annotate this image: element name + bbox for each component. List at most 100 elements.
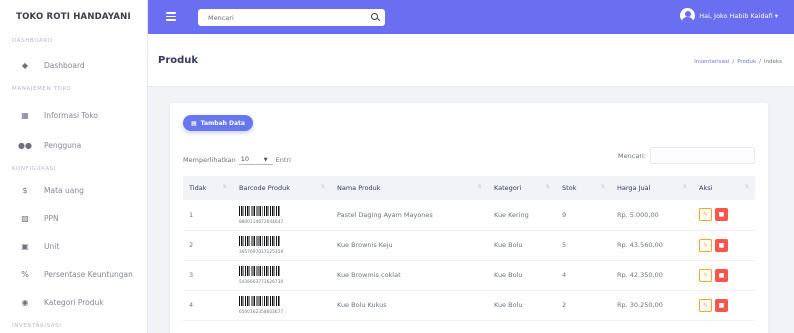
col-header-aksi[interactable]: Aksi ⇅ — [693, 176, 755, 200]
sort-icon: ⇅ — [477, 184, 482, 190]
edit-icon[interactable]: ✎ — [699, 208, 712, 222]
cell-no: 4 — [183, 290, 233, 321]
sidebar-item-label: Kategori Produk — [44, 297, 104, 307]
sidebar-item-unit[interactable]: ▣ Unit — [0, 232, 147, 260]
length-prefix: Memperlihatkan — [183, 155, 236, 164]
sidebar-item-label: Dashboard — [44, 60, 85, 70]
breadcrumb-produk[interactable]: Produk — [737, 59, 756, 65]
sidebar-item-label: Mata uang — [44, 185, 84, 195]
table-row: 3 5436663773626730 Kue Browmis coklat Ku… — [183, 260, 755, 291]
search-bar — [198, 9, 385, 26]
col-header-nama-produk[interactable]: Nama Produk ⇅ — [331, 176, 488, 200]
sort-icon: ⇅ — [320, 184, 325, 190]
cell-actions: ✎ ■ — [693, 200, 755, 231]
barcode-image — [239, 266, 280, 276]
sidebar-item-pengguna[interactable]: ●● Pengguna — [0, 131, 147, 159]
table-row: 1 8800114672644647 Pastel Daging Ayam Ma… — [183, 200, 755, 231]
breadcrumb: Inventarisasi / Produk / Indeks — [694, 59, 782, 65]
barcode-number: 5436663773626730 — [239, 279, 284, 284]
cell-no: 3 — [183, 260, 233, 291]
cell-stock: 9 — [556, 200, 611, 231]
sidebar-item-label: Informasi Toko — [44, 110, 98, 120]
col-header-stok[interactable]: Stok ⇅ — [556, 176, 611, 200]
edit-icon[interactable]: ✎ — [699, 238, 712, 252]
fire-icon: ◆ — [21, 60, 29, 70]
barcode-image — [239, 296, 280, 306]
page-header: Produk Inventarisasi / Produk / Indeks — [148, 34, 794, 87]
cell-category: Kue Bolu — [488, 260, 556, 291]
sidebar-item-mata-uang[interactable]: $ Mata uang — [0, 176, 147, 204]
cell-stock: 4 — [556, 260, 611, 291]
user-menu[interactable]: Hai, Joko Habib Kaidafi ▾ — [680, 8, 778, 23]
sidebar-heading-konfigurasi: KONFIGURASI — [12, 166, 56, 172]
box-icon: ▣ — [21, 241, 29, 251]
entries-length-control: Memperlihatkan 10 ▼ Entri — [183, 154, 291, 165]
cell-price: Rp. 5.000,00 — [611, 200, 693, 231]
page-title: Produk — [158, 55, 199, 66]
trash-icon[interactable]: ■ — [715, 298, 728, 312]
cell-barcode: 8800114672644647 — [233, 200, 331, 231]
cell-actions: ✎ ■ — [693, 290, 755, 321]
table-row: 2 3657697017125359 Kue Brownis Keju Kue … — [183, 230, 755, 261]
sort-icon: ⇅ — [600, 184, 605, 190]
cell-barcode: 3657697017125359 — [233, 230, 331, 261]
cell-price: Rp. 30.250,00 — [611, 290, 693, 321]
sidebar-item-ppn[interactable]: ▧ PPN — [0, 204, 147, 232]
sidebar-item-label: Unit — [44, 241, 60, 251]
users-icon: ●● — [18, 140, 32, 150]
trash-icon[interactable]: ■ — [715, 208, 728, 222]
cell-category: Kue Kering — [488, 200, 556, 231]
sidebar-item-label: Pengguna — [44, 140, 82, 150]
cell-actions: ✎ ■ — [693, 230, 755, 261]
store-icon: ▦ — [21, 110, 29, 120]
table-search-input[interactable] — [650, 147, 755, 164]
product-card: ▦ Tambah Data Memperlihatkan 10 ▼ Entri … — [170, 103, 768, 333]
cell-name: Kue Browmis coklat — [331, 260, 488, 291]
search-input[interactable] — [208, 13, 358, 22]
col-header-barcode[interactable]: Barcode Produk ⇅ — [233, 176, 331, 200]
sort-icon: ⇅ — [222, 184, 227, 190]
sidebar-item-informasi-toko[interactable]: ▦ Informasi Toko — [0, 101, 147, 129]
cell-category: Kue Bolu — [488, 230, 556, 261]
barcode-number: 6500162358603677 — [239, 309, 284, 314]
table-search-filter: Mencari: — [618, 147, 755, 164]
chevron-down-icon: ▼ — [263, 156, 268, 163]
sidebar-heading-dashboard: DASHBOARD — [12, 38, 53, 44]
col-header-harga-jual[interactable]: Harga Jual ⇅ — [611, 176, 693, 200]
sort-icon: ⇅ — [744, 184, 749, 190]
search-label: Mencari: — [618, 151, 646, 160]
search-icon[interactable] — [371, 13, 378, 20]
avatar-icon — [680, 8, 696, 23]
col-header-tidak[interactable]: Tidak ⇅ — [183, 176, 233, 200]
trash-icon[interactable]: ■ — [715, 268, 728, 282]
col-header-kategori[interactable]: Kategori ⇅ — [488, 176, 556, 200]
sidebar-item-dashboard[interactable]: ◆ Dashboard — [0, 51, 147, 79]
edit-icon[interactable]: ✎ — [699, 268, 712, 282]
sidebar-heading-inventarisasi: INVENTARISASI — [12, 323, 62, 329]
tag-icon: ◉ — [21, 297, 29, 307]
cell-barcode: 5436663773626730 — [233, 260, 331, 291]
brand-title[interactable]: TOKO ROTI HANDAYANI — [0, 0, 147, 34]
add-data-label: Tambah Data — [200, 119, 245, 127]
sidebar-item-persentase-keuntungan[interactable]: % Persentase Keuntungan — [0, 260, 147, 288]
money-icon: ▧ — [21, 213, 29, 223]
edit-icon[interactable]: ✎ — [699, 298, 712, 312]
breadcrumb-inventarisasi[interactable]: Inventarisasi — [694, 59, 729, 65]
dollar-icon: $ — [22, 185, 28, 195]
cell-name: Kue Bolu Kukus — [331, 290, 488, 321]
breadcrumb-indeks: Indeks — [763, 59, 782, 65]
main-content: Produk Inventarisasi / Produk / Indeks ▦ Tam… — [148, 34, 794, 333]
add-data-button[interactable]: ▦ Tambah Data — [183, 115, 253, 131]
cell-no: 1 — [183, 200, 233, 231]
menu-toggle-icon[interactable] — [166, 12, 176, 21]
sidebar: TOKO ROTI HANDAYANI DASHBOARD ◆ Dashboar… — [0, 0, 148, 333]
user-name: Hai, Joko Habib Kaidafi ▾ — [699, 11, 778, 20]
length-suffix: Entri — [275, 155, 291, 164]
cell-category: Kue Bolu — [488, 290, 556, 321]
trash-icon[interactable]: ■ — [715, 238, 728, 252]
sidebar-item-kategori-produk[interactable]: ◉ Kategori Produk — [0, 288, 147, 316]
cell-stock: 2 — [556, 290, 611, 321]
topbar: Hai, Joko Habib Kaidafi ▾ — [148, 0, 794, 34]
barcode-number: 3657697017125359 — [239, 249, 284, 254]
cell-price: Rp. 43.560,00 — [611, 230, 693, 261]
